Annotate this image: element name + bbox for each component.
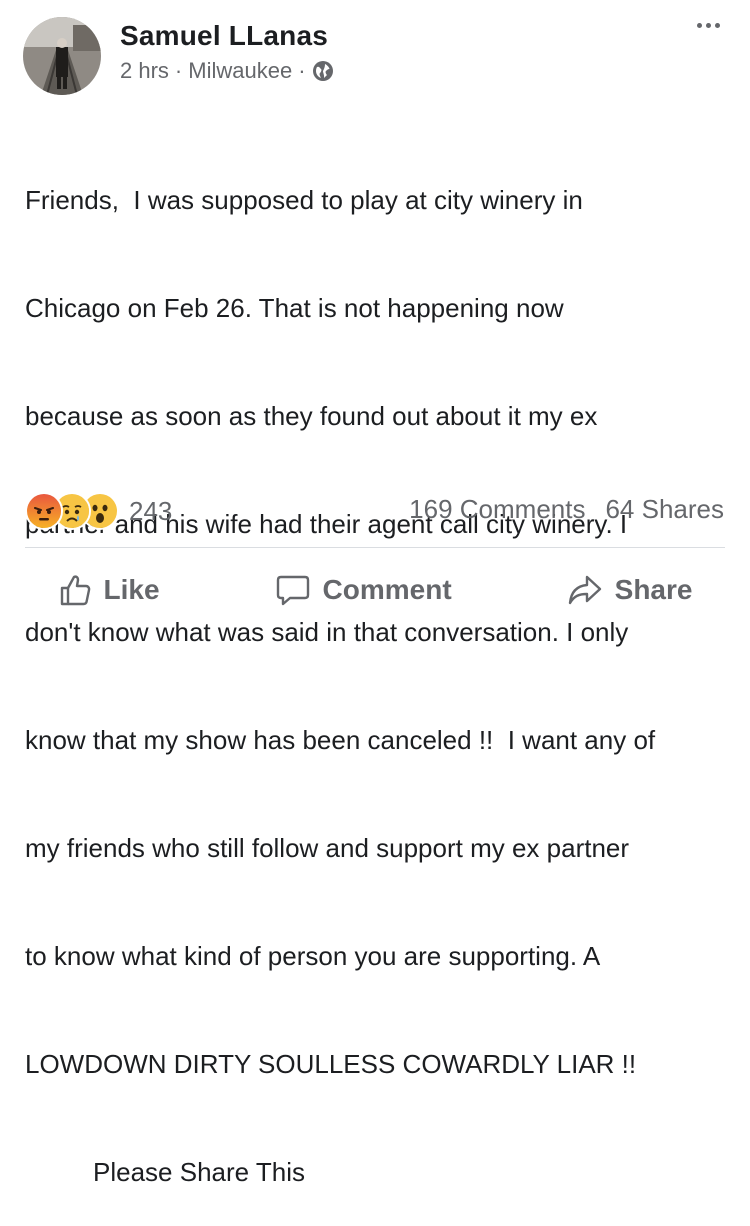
angry-emoji-icon — [25, 492, 63, 530]
globe-icon[interactable] — [312, 60, 334, 82]
post-line: Friends, I was supposed to play at city … — [25, 185, 583, 215]
reaction-count: 243 — [129, 495, 173, 526]
action-bar: Like Comment Share — [0, 565, 750, 615]
like-button[interactable]: Like — [58, 573, 160, 607]
like-label: Like — [103, 574, 160, 605]
share-request-line: Please Share This — [93, 1157, 305, 1187]
dot-icon — [706, 23, 711, 28]
post-time[interactable]: 2 hrs — [120, 58, 169, 84]
thumbs-up-icon — [58, 573, 92, 607]
more-options-icon[interactable] — [697, 23, 720, 28]
post-line: don't know what was said in that convers… — [25, 617, 629, 647]
comments-count[interactable]: 169 Comments — [409, 494, 585, 525]
post-line: to know what kind of person you are supp… — [25, 941, 601, 971]
meta-separator: · — [174, 58, 183, 83]
reaction-summary[interactable]: 243 — [25, 492, 172, 530]
share-arrow-icon — [567, 573, 603, 607]
post-meta: 2 hrs · Milwaukee · — [120, 58, 334, 84]
engagement-counts: 169 Comments 64 Shares — [409, 494, 724, 525]
meta-separator: · — [298, 58, 306, 83]
avatar-photo — [23, 17, 101, 95]
post-line: Chicago on Feb 26. That is not happening… — [25, 293, 564, 323]
post-location[interactable]: Milwaukee — [188, 58, 292, 84]
comment-button[interactable]: Comment — [275, 573, 452, 607]
comment-label: Comment — [322, 574, 452, 605]
dot-icon — [715, 23, 720, 28]
post-line: LOWDOWN DIRTY SOULLESS COWARDLY LIAR !! — [25, 1049, 637, 1079]
dot-icon — [697, 23, 702, 28]
divider — [25, 547, 725, 548]
avatar[interactable] — [23, 17, 101, 95]
post-line: know that my show has been canceled !! I… — [25, 725, 656, 755]
share-button[interactable]: Share — [567, 573, 693, 607]
shares-count[interactable]: 64 Shares — [605, 494, 724, 525]
comment-bubble-icon — [275, 573, 311, 607]
post-line: my friends who still follow and support … — [25, 833, 630, 863]
post-body: Friends, I was supposed to play at city … — [25, 110, 735, 1226]
share-label: Share — [614, 574, 693, 605]
author-name[interactable]: Samuel LLanas — [120, 20, 328, 52]
post-line: because as soon as they found out about … — [25, 401, 598, 431]
